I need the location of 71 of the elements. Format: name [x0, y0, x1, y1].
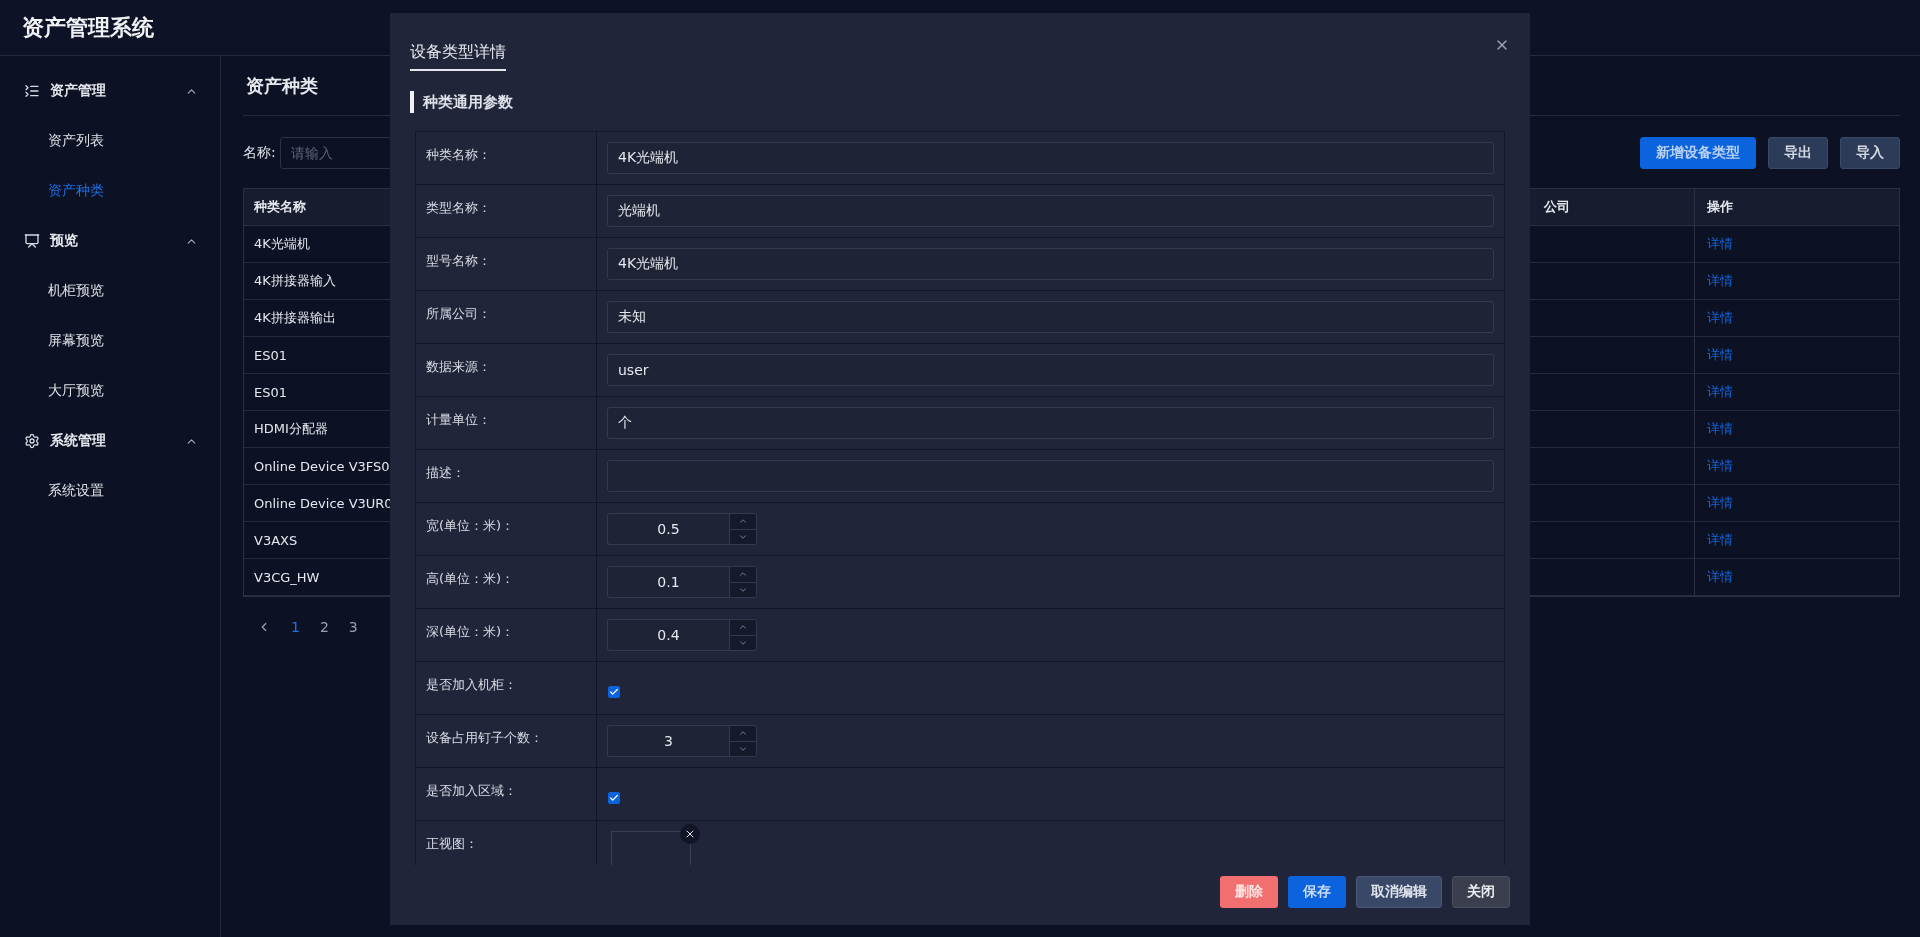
field-label: 设备占用钉子个数：	[416, 715, 597, 768]
details-link[interactable]: 详情	[1707, 568, 1733, 586]
increment-button[interactable]	[730, 726, 756, 741]
field-label: 种类名称：	[416, 132, 597, 185]
field-label: 计量单位：	[416, 397, 597, 450]
dialog-tab[interactable]: 设备类型详情	[410, 42, 506, 71]
field-label: 数据来源：	[416, 344, 597, 397]
field-label: 型号名称：	[416, 238, 597, 291]
field-label: 描述：	[416, 450, 597, 503]
increment-button[interactable]	[730, 514, 756, 529]
text-field[interactable]: 光端机	[607, 195, 1494, 227]
menu-group-icon	[24, 433, 40, 449]
action-button[interactable]: 导入	[1840, 137, 1900, 169]
column-header: 种类名称	[244, 189, 392, 226]
number-field[interactable]: 3	[607, 725, 729, 757]
field-label: 是否加入区域：	[416, 768, 597, 821]
sidebar-item[interactable]: 资产种类	[0, 166, 220, 216]
page-number[interactable]: 2	[319, 619, 329, 635]
text-field[interactable]	[607, 460, 1494, 492]
menu-group-icon	[24, 83, 40, 99]
details-link[interactable]: 详情	[1707, 346, 1733, 364]
sidebar-item[interactable]: 屏幕预览	[0, 316, 220, 366]
dialog-button[interactable]: 关闭	[1452, 876, 1510, 908]
remove-button[interactable]	[680, 824, 700, 844]
page-title: 资产种类	[246, 73, 318, 98]
field-label: 正视图：	[416, 821, 597, 865]
field-label: 所属公司：	[416, 291, 597, 344]
number-field[interactable]: 0.4	[607, 619, 729, 651]
number-field[interactable]: 0.1	[607, 566, 729, 598]
field-label: 类型名称：	[416, 185, 597, 238]
search-label: 名称:	[243, 144, 276, 162]
menu-group-icon	[24, 233, 40, 249]
dialog-button[interactable]: 保存	[1288, 876, 1346, 908]
checkbox[interactable]	[608, 686, 620, 698]
text-field[interactable]: 个	[607, 407, 1494, 439]
close-icon	[684, 828, 696, 840]
text-field[interactable]: 4K光端机	[607, 142, 1494, 174]
field-label: 是否加入机柜：	[416, 662, 597, 715]
details-link[interactable]: 详情	[1707, 272, 1733, 290]
details-link[interactable]: 详情	[1707, 383, 1733, 401]
column-header: 公司	[1534, 189, 1694, 226]
text-field[interactable]: 未知	[607, 301, 1494, 333]
details-link[interactable]: 详情	[1707, 420, 1733, 438]
action-button[interactable]: 导出	[1768, 137, 1828, 169]
details-link[interactable]: 详情	[1707, 494, 1733, 512]
section-title: 种类通用参数	[423, 92, 513, 112]
field-label: 宽(单位：米)：	[416, 503, 597, 556]
sidebar-item[interactable]: 系统设置	[0, 466, 220, 516]
field-label: 高(单位：米)：	[416, 556, 597, 609]
menu-group[interactable]: 系统管理	[0, 416, 220, 466]
column-header: 操作	[1694, 189, 1899, 226]
dialog-button[interactable]: 取消编辑	[1356, 876, 1442, 908]
details-link[interactable]: 详情	[1707, 531, 1733, 549]
field-label: 深(单位：米)：	[416, 609, 597, 662]
text-field[interactable]: 4K光端机	[607, 248, 1494, 280]
menu-group[interactable]: 预览	[0, 216, 220, 266]
increment-button[interactable]	[730, 567, 756, 582]
page-number[interactable]: 1	[291, 619, 300, 635]
checkbox[interactable]	[608, 792, 620, 804]
menu-group[interactable]: 资产管理	[0, 66, 220, 116]
number-field[interactable]: 0.5	[607, 513, 729, 545]
sidebar-item[interactable]: 大厅预览	[0, 366, 220, 416]
page-number[interactable]: 3	[348, 619, 358, 635]
sidebar-item[interactable]: 资产列表	[0, 116, 220, 166]
details-link[interactable]: 详情	[1707, 235, 1733, 253]
sidebar-item[interactable]: 机柜预览	[0, 266, 220, 316]
details-link[interactable]: 详情	[1707, 457, 1733, 475]
details-link[interactable]: 详情	[1707, 309, 1733, 327]
increment-button[interactable]	[730, 620, 756, 635]
app-title: 资产管理系统	[22, 13, 154, 42]
text-field[interactable]: user	[607, 354, 1494, 386]
